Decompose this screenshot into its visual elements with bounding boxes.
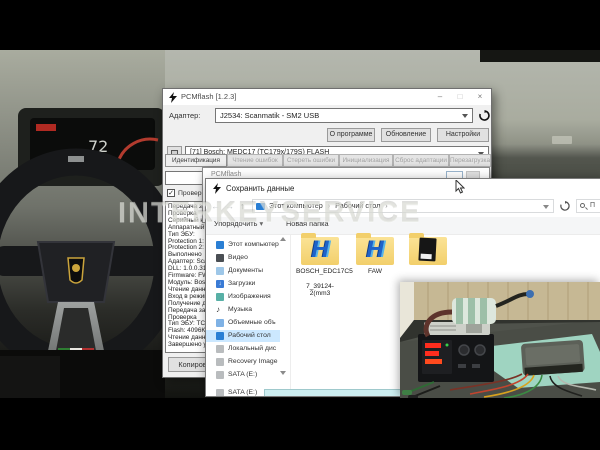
file-label: BOSCH_EDC17C5 xyxy=(296,268,353,275)
file-folder-photos[interactable] xyxy=(404,233,452,265)
pcmflash-titlebar[interactable]: PCMflash [1.2.3] – □ × xyxy=(163,89,491,105)
window-title: PCMflash [1.2.3] xyxy=(181,92,237,101)
disk-icon xyxy=(216,389,224,396)
search-text: П xyxy=(590,202,596,209)
bench-photo xyxy=(400,282,600,398)
file-label: FAW xyxy=(367,268,383,275)
disk-icon xyxy=(216,358,224,366)
tab-erase-errors[interactable]: Стереть ошибки xyxy=(283,154,339,167)
verify-checkbox[interactable]: ✓ xyxy=(167,189,175,197)
letterbox-top xyxy=(0,0,600,50)
sidebar-item-label: Recovery Image xyxy=(228,358,278,365)
sidebar-item-label: SATA (E:) xyxy=(228,371,258,378)
file-folder-bosch[interactable]: H BOSCH_EDC17C5 7_39124-2(mm3 xyxy=(296,233,353,298)
wall-label xyxy=(552,136,572,144)
power-supply xyxy=(418,334,494,382)
desk-photo-icon xyxy=(418,237,437,262)
search-icon xyxy=(580,203,585,208)
folder-icon: H xyxy=(301,233,339,265)
winols-icon: H xyxy=(311,236,329,263)
cube-icon xyxy=(216,319,224,327)
mouse-cursor xyxy=(455,180,465,194)
adapter-value: J2534: Scanmatik - SM2 USB xyxy=(220,111,320,120)
tab-initialization[interactable]: Инициализация xyxy=(339,154,393,167)
sidebar-item-label: Рабочий стол xyxy=(228,332,271,339)
update-button[interactable]: Обновление xyxy=(381,128,431,142)
watermark: INTERKEYSERVICE xyxy=(118,197,422,229)
pcmflash-logo-icon xyxy=(169,92,177,103)
sidebar-item-label: SATA (E:) xyxy=(228,389,258,396)
about-button[interactable]: О программе xyxy=(327,128,375,142)
sidebar-item-desktop[interactable]: Рабочий стол xyxy=(206,330,280,342)
desktop-icon xyxy=(216,332,224,340)
refresh-icon[interactable] xyxy=(479,110,490,121)
sidebar-item-label: Локальный дис xyxy=(228,345,277,352)
scroll-down-icon[interactable] xyxy=(280,371,286,375)
ecu-module xyxy=(521,339,585,376)
sidebar-item-video[interactable]: Видео xyxy=(206,252,280,264)
tab-identification[interactable]: Идентификация xyxy=(165,154,227,167)
file-folder-faw[interactable]: H FAW xyxy=(351,233,399,275)
scroll-up-icon[interactable] xyxy=(280,237,286,241)
tab-reset-adaptation[interactable]: Сброс адаптации xyxy=(393,154,449,167)
pictures-icon xyxy=(216,293,224,301)
screen: 72 PCMflash [1.2.3] – □ × Адаптер: J2534… xyxy=(0,0,600,450)
sidebar-item-label: Документы xyxy=(228,267,264,274)
sidebar-item-label: Музыка xyxy=(228,306,253,313)
sidebar-item-label: Изображения xyxy=(228,293,271,300)
adapter-select[interactable]: J2534: Scanmatik - SM2 USB xyxy=(215,108,473,123)
filename-input[interactable] xyxy=(264,389,414,396)
chevron-down-icon[interactable] xyxy=(543,205,549,209)
disk-icon xyxy=(216,371,224,379)
sidebar-item-label: Объемные объ xyxy=(228,319,276,326)
close-icon[interactable]: × xyxy=(471,89,489,104)
pane-divider xyxy=(290,235,291,396)
pcmflash-logo-icon xyxy=(213,183,221,194)
video-icon xyxy=(216,254,224,262)
sidebar: Этот компьютер Видео Документы ↓ Загрузк… xyxy=(206,235,290,396)
disk-icon xyxy=(216,345,224,353)
download-icon: ↓ xyxy=(216,280,224,288)
check-icon: ✓ xyxy=(168,190,174,197)
sidebar-item-recovery[interactable]: Recovery Image xyxy=(206,356,280,368)
settings-button[interactable]: Настройки xyxy=(437,128,489,142)
sidebar-item-music[interactable]: ♪ Музыка xyxy=(206,304,280,316)
computer-icon xyxy=(216,241,224,249)
action-tabs: Идентификация Чтение ошибок Стереть ошиб… xyxy=(165,154,491,167)
sidebar-item-label: Этот компьютер xyxy=(228,241,279,248)
mini-dialog-title: PCMflash xyxy=(211,171,242,178)
documents-icon xyxy=(216,267,224,275)
sidebar-item-label: Видео xyxy=(228,254,248,261)
sidebar-item-sata-e[interactable]: SATA (E:) xyxy=(206,369,280,381)
sidebar-item-documents[interactable]: Документы xyxy=(206,265,280,277)
sidebar-item-label: Загрузки xyxy=(228,280,256,287)
search-box[interactable]: П xyxy=(576,199,600,213)
folder-icon xyxy=(409,233,447,265)
save-dialog-title: Сохранить данные xyxy=(226,184,295,193)
refresh-icon[interactable] xyxy=(560,201,570,211)
maximize-icon[interactable]: □ xyxy=(451,89,469,104)
file-label: 7_39124-2(mm3 xyxy=(306,282,334,298)
tab-read-errors[interactable]: Чтение ошибок xyxy=(227,154,283,167)
music-icon: ♪ xyxy=(216,306,224,314)
save-dialog-titlebar[interactable]: Сохранить данные xyxy=(206,179,600,197)
folder-icon: H xyxy=(356,233,394,265)
sidebar-item-3d-objects[interactable]: Объемные объ xyxy=(206,317,280,329)
adapter-label: Адаптер: xyxy=(169,111,201,120)
tab-reboot[interactable]: Перезагрузка xyxy=(449,154,491,167)
windshield-edge xyxy=(480,50,600,62)
sidebar-item-local-disk[interactable]: Локальный дис xyxy=(206,343,280,355)
sidebar-item-pictures[interactable]: Изображения xyxy=(206,291,280,303)
winols-icon: H xyxy=(366,236,384,263)
minimize-icon[interactable]: – xyxy=(431,89,449,104)
sidebar-item-this-pc[interactable]: Этот компьютер xyxy=(206,239,280,251)
sidebar-item-downloads[interactable]: ↓ Загрузки xyxy=(206,278,280,290)
chevron-down-icon xyxy=(462,114,468,118)
letterbox-bottom xyxy=(0,398,600,450)
